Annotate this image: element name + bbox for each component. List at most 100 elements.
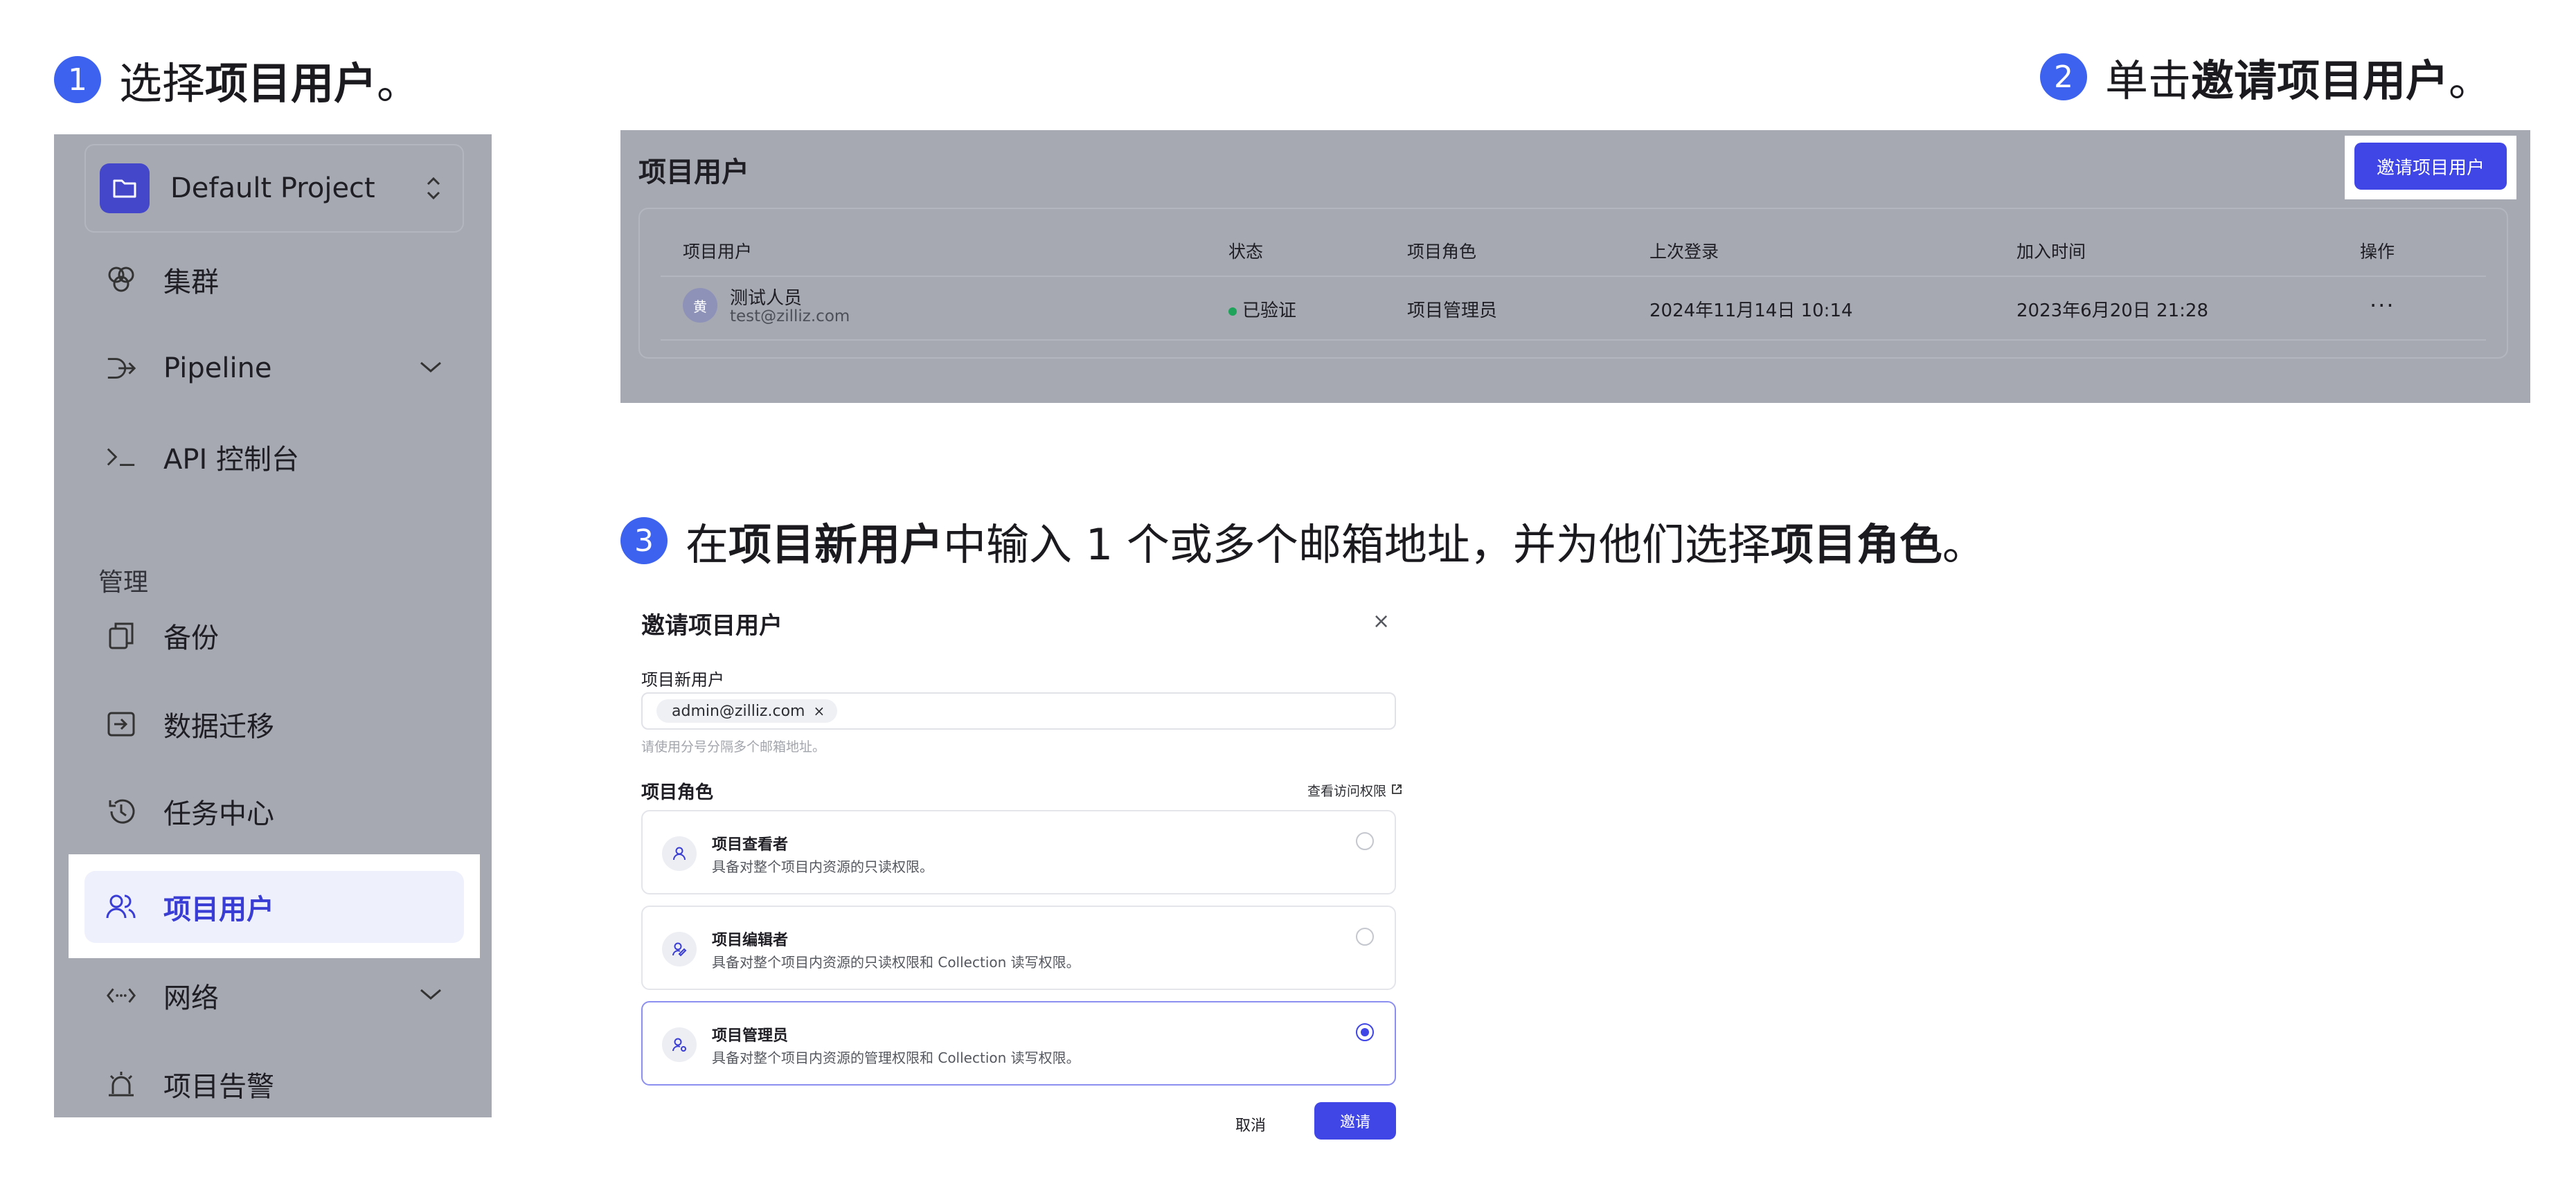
- step-number-badge: 2: [2040, 53, 2087, 100]
- network-icon: [105, 980, 137, 1011]
- step-text: 选择: [119, 58, 206, 109]
- users-icon: [105, 891, 137, 923]
- joined-cell: 2023年6月20日 21:28: [2016, 300, 2208, 321]
- sidebar-item-label: 项目告警: [163, 1071, 274, 1103]
- step-text: 。: [2449, 55, 2492, 106]
- user-name: 测试人员: [730, 288, 803, 309]
- column-header: 上次登录: [1649, 242, 1719, 262]
- column-header: 状态: [1228, 242, 1264, 262]
- sidebar-item-project-users[interactable]: 项目用户: [84, 871, 464, 943]
- column-header: 项目用户: [683, 242, 753, 262]
- role-description: 具备对整个项目内资源的只读权限和 Collection 读写权限。: [712, 954, 1080, 971]
- new-users-label: 项目新用户: [641, 670, 724, 690]
- project-name: Default Project: [170, 172, 375, 204]
- user-email: test@zilliz.com: [730, 307, 850, 325]
- role-description: 具备对整个项目内资源的只读权限。: [712, 858, 933, 875]
- sidebar-item-label: API 控制台: [163, 444, 299, 476]
- sidebar-item-clusters[interactable]: 集群: [84, 244, 464, 316]
- step-text-bold: 项目角色: [1770, 519, 1942, 570]
- sidebar-item-backup[interactable]: 备份: [84, 600, 464, 672]
- cancel-button[interactable]: 取消: [1235, 1113, 1266, 1135]
- users-table: 项目用户 状态 项目角色 上次登录 加入时间 操作 黄 测试人员 test@zi…: [638, 208, 2508, 359]
- sidebar-item-label: Pipeline: [163, 352, 272, 384]
- step-text: 在: [686, 519, 729, 570]
- role-label: 项目角色: [641, 782, 714, 803]
- pipeline-icon: [105, 352, 137, 384]
- invite-button[interactable]: 邀请: [1314, 1102, 1396, 1140]
- step-text-bold: 项目用户: [205, 58, 377, 109]
- view-permissions-text: 查看访问权限: [1307, 784, 1387, 799]
- email-input[interactable]: admin@zilliz.com ×: [641, 692, 1396, 730]
- sidebar-item-task-center[interactable]: 任务中心: [84, 775, 464, 847]
- sidebar-item-label: 网络: [163, 982, 219, 1014]
- role-radio[interactable]: [1356, 832, 1374, 850]
- role-description: 具备对整个项目内资源的管理权限和 Collection 读写权限。: [712, 1050, 1080, 1066]
- external-link-icon: [1390, 784, 1403, 799]
- avatar: 黄: [683, 288, 717, 323]
- sidebar-item-label: 数据迁移: [163, 711, 274, 743]
- last-login-cell: 2024年11月14日 10:14: [1649, 300, 1853, 321]
- step-3-title: 3 在项目新用户 中输入 1 个或多个邮箱地址，并为他们选择 项目角色。: [620, 510, 1985, 572]
- column-header: 加入时间: [2016, 242, 2086, 262]
- role-radio[interactable]: [1356, 928, 1374, 946]
- close-icon[interactable]: ×: [1372, 609, 1390, 633]
- step-number-badge: 3: [620, 517, 668, 564]
- view-permissions-link[interactable]: 查看访问权限: [1307, 781, 1403, 800]
- sidebar-item-label: 备份: [163, 622, 219, 654]
- sidebar-item-label: 集群: [163, 267, 219, 298]
- section-label-manage: 管理: [98, 568, 149, 597]
- more-actions-icon[interactable]: ···: [2370, 292, 2395, 318]
- invite-dialog: 邀请项目用户 × 项目新用户 admin@zilliz.com × 请使用分号分…: [632, 600, 1407, 1167]
- role-name: 项目查看者: [712, 836, 789, 854]
- folder-icon: [100, 163, 150, 213]
- column-header: 操作: [2360, 242, 2395, 262]
- role-name: 项目编辑者: [712, 932, 789, 949]
- email-chip: admin@zilliz.com ×: [656, 699, 838, 723]
- column-header: 项目角色: [1407, 242, 1477, 262]
- invite-project-user-button[interactable]: 邀请项目用户: [2354, 143, 2507, 190]
- status-badge: 已验证: [1228, 296, 1296, 322]
- step-1-title: 1 选择 项目用户。: [54, 48, 420, 111]
- page-title: 项目用户: [638, 156, 749, 188]
- terminal-icon: [105, 441, 137, 473]
- sidebar-item-api-console[interactable]: API 控制台: [84, 421, 464, 493]
- project-selector[interactable]: Default Project: [84, 144, 464, 233]
- sidebar: Default Project 集群 Pipeline API 控制台 管理 备…: [54, 134, 492, 1117]
- project-users-panel: 项目用户 邀请项目用户 项目用户 状态 项目角色 上次登录 加入时间 操作 黄 …: [620, 130, 2530, 403]
- chip-remove-icon[interactable]: ×: [813, 703, 825, 719]
- role-option-viewer[interactable]: 项目查看者 具备对整个项目内资源的只读权限。: [641, 810, 1396, 894]
- migration-icon: [105, 708, 137, 740]
- user-edit-icon: [662, 932, 697, 966]
- sidebar-item-alerts[interactable]: 项目告警: [84, 1048, 464, 1117]
- email-chip-text: admin@zilliz.com: [672, 702, 805, 720]
- sidebar-item-migration[interactable]: 数据迁移: [84, 688, 464, 760]
- sidebar-item-pipeline[interactable]: Pipeline: [84, 332, 464, 404]
- step-text-bold: 邀请项目用户: [2191, 55, 2449, 106]
- status-text: 已验证: [1242, 300, 1297, 321]
- user-settings-icon: [662, 1027, 697, 1062]
- sidebar-item-label: 项目用户: [163, 894, 274, 926]
- history-icon: [105, 795, 137, 827]
- role-option-admin[interactable]: 项目管理员 具备对整个项目内资源的管理权限和 Collection 读写权限。: [641, 1001, 1396, 1086]
- step-text: 中输入 1 个或多个邮箱地址，并为他们选择: [943, 519, 1771, 570]
- role-option-editor[interactable]: 项目编辑者 具备对整个项目内资源的只读权限和 Collection 读写权限。: [641, 906, 1396, 990]
- step-text: 。: [1942, 519, 1985, 570]
- input-hint: 请使用分号分隔多个邮箱地址。: [641, 739, 826, 755]
- divider: [661, 276, 2486, 277]
- role-name: 项目管理员: [712, 1027, 789, 1045]
- alarm-icon: [105, 1068, 137, 1100]
- divider: [661, 339, 2486, 341]
- status-dot-icon: [1228, 307, 1237, 316]
- user-icon: [662, 836, 697, 871]
- step-text: 。: [377, 58, 420, 109]
- role-radio[interactable]: [1356, 1023, 1374, 1041]
- chevron-up-down-icon: [425, 174, 442, 205]
- sidebar-item-label: 任务中心: [163, 798, 274, 830]
- chevron-down-icon: [418, 986, 443, 1005]
- dialog-title: 邀请项目用户: [641, 612, 782, 640]
- sidebar-item-network[interactable]: 网络: [84, 960, 464, 1032]
- backup-icon: [105, 620, 137, 651]
- step-2-title: 2 单击 邀请项目用户。: [2040, 46, 2492, 108]
- role-cell: 项目管理员: [1407, 300, 1498, 321]
- cluster-icon: [105, 264, 137, 296]
